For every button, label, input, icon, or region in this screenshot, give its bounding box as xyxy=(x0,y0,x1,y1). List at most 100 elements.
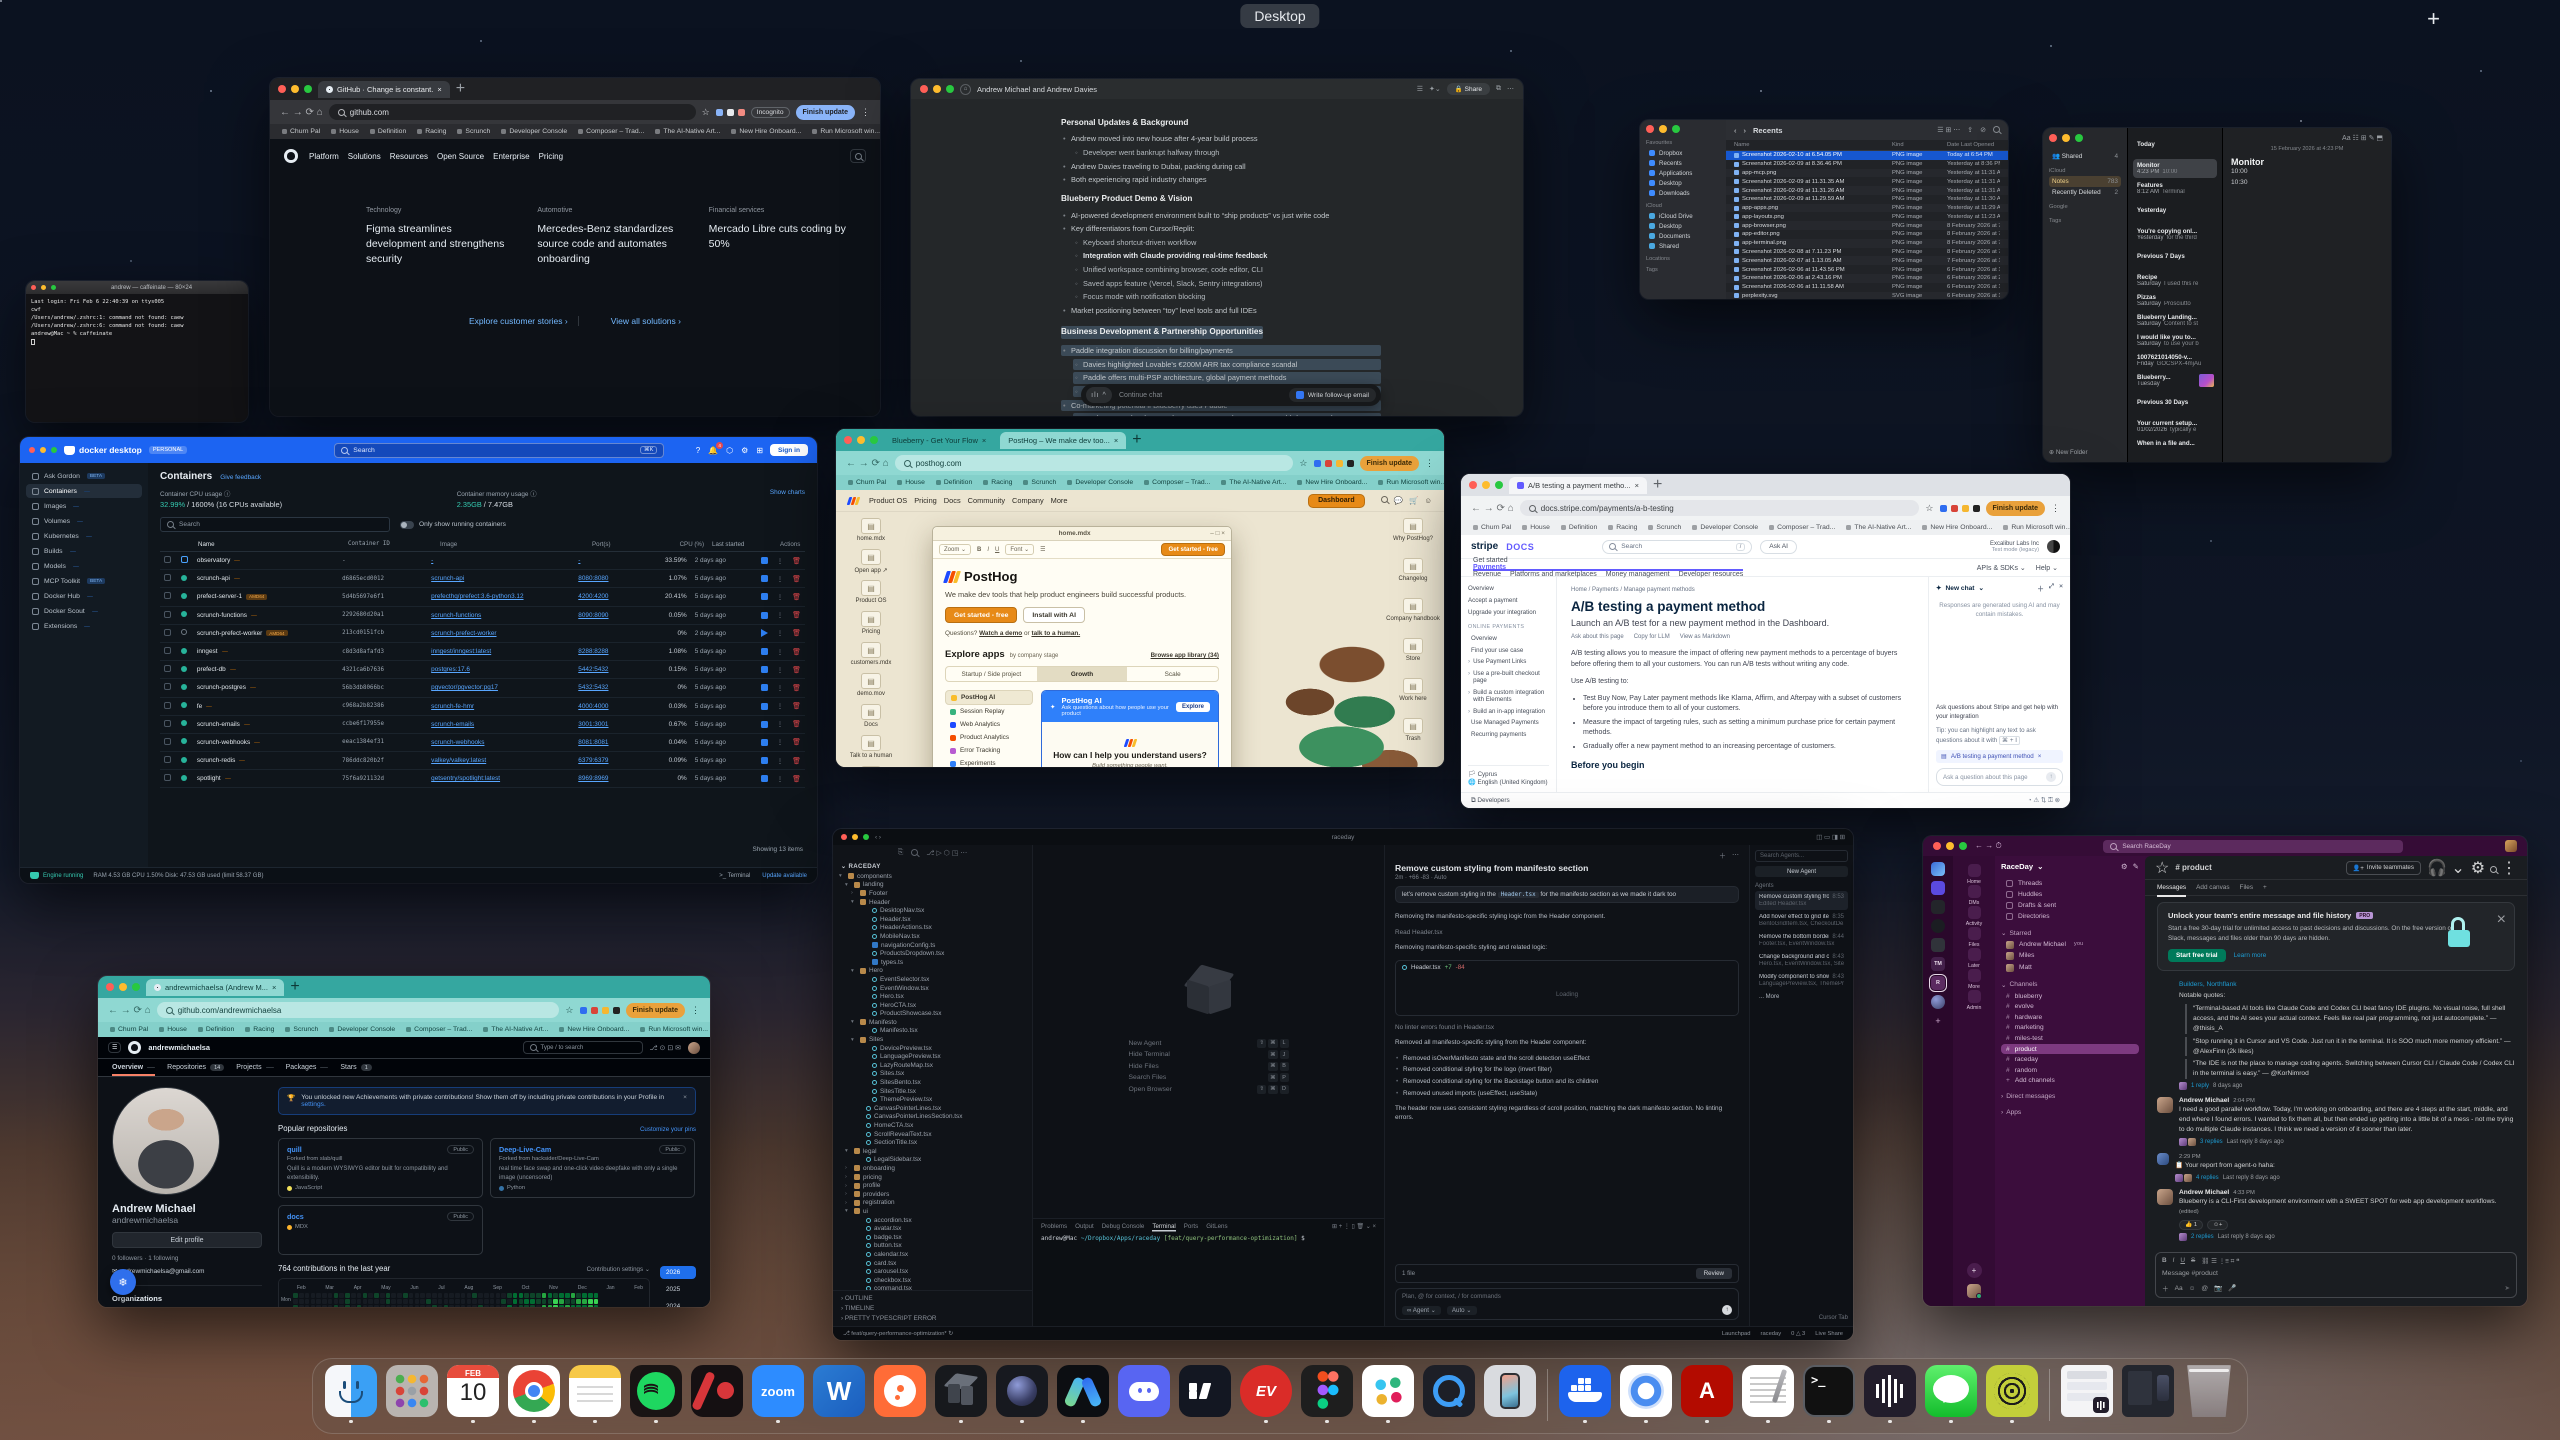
file-row[interactable]: Screenshot 2026-02-09 at 11.31.26 AM PNG… xyxy=(1726,186,2008,195)
posthog-nav-item[interactable]: Docs xyxy=(944,496,961,505)
bookmark-star-icon[interactable]: ☆ xyxy=(565,1005,573,1016)
avatar[interactable] xyxy=(688,1042,700,1054)
workspace-icon[interactable]: TM xyxy=(1931,957,1945,971)
docs-sidebar-item[interactable]: Recurring payments xyxy=(1468,729,1549,741)
dock-app-icon[interactable] xyxy=(386,1365,438,1417)
terminal-prompt[interactable]: andrew@Mac ~/Dropbox/Apps/raceday [feat/… xyxy=(1041,1235,1376,1242)
port-link[interactable]: 8080:8080 xyxy=(578,575,650,582)
new-tab-button[interactable]: + xyxy=(1653,476,1662,494)
followers[interactable]: 0 followers · 1 following xyxy=(112,1255,262,1262)
file-tree-item[interactable]: SectionTitle.tsx xyxy=(833,1138,1032,1147)
dock-app-icon[interactable] xyxy=(1301,1365,1353,1417)
app-list-item[interactable]: Experiments xyxy=(945,757,1033,767)
file-tree-item[interactable]: ProductsDropdown.tsx xyxy=(833,949,1032,958)
row-checkbox[interactable] xyxy=(164,738,171,745)
sidebar-panel[interactable]: › PRETTY TYPESCRIPT ERROR xyxy=(841,1314,1024,1324)
git-branch[interactable]: ⎇ feat/query-performance-optimization* ↻ xyxy=(843,1331,953,1337)
desktop-icon[interactable]: ▤demo.mov xyxy=(842,673,900,697)
row-menu[interactable]: ⋮ xyxy=(777,575,783,583)
row-menu[interactable]: ⋮ xyxy=(777,593,783,601)
dock-item[interactable] xyxy=(1362,1365,1414,1423)
browser-tab[interactable]: GitHub · Change is constant.× xyxy=(318,81,450,98)
browser-nav-buttons[interactable]: ← → ⟳ ⌂ xyxy=(846,458,889,469)
list-icon[interactable]: ☰ xyxy=(1417,85,1423,93)
app-list-item[interactable]: Error Tracking xyxy=(945,744,1033,757)
mention-icon[interactable]: @ xyxy=(2201,1285,2208,1292)
row-menu[interactable]: ⋮ xyxy=(777,738,783,746)
start-trial-button[interactable]: Start free trial xyxy=(2168,949,2226,962)
row-checkbox[interactable] xyxy=(164,774,171,781)
stage-tab[interactable]: Scale xyxy=(1127,667,1218,681)
dock-item[interactable] xyxy=(2061,1365,2113,1423)
port-link[interactable]: 8969:8969 xyxy=(578,775,650,782)
extension-icons[interactable] xyxy=(580,1007,620,1014)
share-icon[interactable]: ⇪ xyxy=(1967,126,1973,134)
docker-sidebar-item[interactable]: MCP ToolkitBETA xyxy=(26,574,142,588)
file-tree-item[interactable]: EventWindow.tsx xyxy=(833,984,1032,993)
grid-icon[interactable]: ⊞ xyxy=(756,446,763,455)
desktop-icon[interactable]: ▤Why PostHog? xyxy=(1384,518,1442,542)
container-row[interactable]: observatory - - - 33.59% 2 days ago ⋮🗑 xyxy=(160,552,805,570)
stop-start-button[interactable] xyxy=(761,648,768,655)
sidebar-panel[interactable]: › OUTLINE xyxy=(841,1293,1024,1303)
bold-button[interactable]: B xyxy=(977,547,981,553)
country-select[interactable]: 🏳 Cyprus xyxy=(1468,770,1549,778)
terminal-tab[interactable]: Ports xyxy=(1184,1223,1198,1230)
workspace-switcher[interactable]: TM R + xyxy=(1923,856,1953,1306)
posthog-logo[interactable] xyxy=(848,497,859,505)
stage-tab[interactable]: Startup / Side project xyxy=(946,667,1037,681)
container-search[interactable]: Search xyxy=(160,517,390,532)
file-tree-item[interactable]: checkbox.tsx xyxy=(833,1276,1032,1285)
bookmark-item[interactable]: Run Microsoft win... xyxy=(640,1026,708,1033)
terminal-tab[interactable]: Terminal xyxy=(1152,1223,1175,1230)
file-tree-item[interactable]: LazyRouteMap.tsx xyxy=(833,1061,1032,1070)
extension-icons[interactable] xyxy=(1940,505,1980,512)
status-bar-item[interactable]: Launchpad xyxy=(1722,1331,1751,1337)
file-tree-item[interactable]: ›Footer xyxy=(833,889,1032,898)
bookmark-item[interactable]: Run Microsoft win... xyxy=(1378,479,1444,486)
image-link[interactable]: valkey/valkey:latest xyxy=(431,757,578,764)
menu-icon[interactable]: ⋮ xyxy=(2051,503,2060,514)
agent-history-item[interactable]: Add hover effect to grid items8:35 Bento… xyxy=(1755,911,1848,930)
profile-avatar[interactable] xyxy=(112,1087,220,1195)
star-icon[interactable]: ☆ xyxy=(2155,858,2169,878)
channel-item[interactable]: #evolve xyxy=(2001,1001,2139,1012)
learn-more-link[interactable]: Learn more xyxy=(2234,952,2267,959)
agent-mode-select[interactable]: ∞ Agent ⌄ xyxy=(1402,1306,1441,1315)
bookmark-item[interactable]: Scrunch xyxy=(1023,479,1056,486)
italic-button[interactable]: I xyxy=(987,547,989,553)
talk-human-link[interactable]: talk to a human. xyxy=(1031,630,1080,637)
settings-icon[interactable]: ⚙ xyxy=(741,446,748,455)
status-bar-item[interactable]: 0 △ 3 xyxy=(1791,1331,1805,1337)
explore-stories-link[interactable]: Explore customer stories › xyxy=(459,316,579,326)
desktop-icon[interactable]: ▤Product OS xyxy=(842,580,900,604)
stop-start-button[interactable] xyxy=(761,703,768,710)
sidebar-nav-item[interactable]: Directories xyxy=(2001,911,2139,922)
dashboard-button[interactable]: Dashboard xyxy=(1308,494,1365,508)
workspace-icon[interactable] xyxy=(1931,862,1945,876)
contribution-heatmap[interactable] xyxy=(293,1293,598,1307)
row-checkbox[interactable] xyxy=(164,756,171,763)
bookmark-item[interactable]: Developer Console xyxy=(1067,479,1133,486)
docker-sidebar-item[interactable]: Builds xyxy=(26,544,142,558)
finish-update-button[interactable]: Finish update xyxy=(1360,456,1420,471)
dock-app-icon[interactable] xyxy=(935,1365,987,1417)
file-row[interactable]: Screenshot 2026-02-10 at 6.54.05 PM PNG … xyxy=(1726,151,2008,160)
close-banner-icon[interactable]: × xyxy=(683,1094,687,1108)
new-chat-icon[interactable]: ＋ xyxy=(1719,851,1726,861)
image-link[interactable]: scrunch-functions xyxy=(431,612,578,619)
nav-rail-item[interactable]: More xyxy=(1966,969,1982,990)
desktop-icon[interactable]: ▤Docs xyxy=(842,704,900,728)
channel-item[interactable]: #hardware xyxy=(2001,1012,2139,1023)
more-icon[interactable]: ⋯ xyxy=(1507,85,1514,93)
file-tree-item[interactable]: carousel.tsx xyxy=(833,1267,1032,1276)
note-list-item[interactable]: Today xyxy=(2133,138,2217,157)
dock-item[interactable] xyxy=(1559,1365,1611,1423)
dock-item[interactable] xyxy=(569,1365,621,1423)
image-link[interactable]: scrunch-fe-hmr xyxy=(431,703,578,710)
bookmark-item[interactable]: Scrunch xyxy=(285,1026,318,1033)
customer-story[interactable]: Financial services Mercado Libre cuts co… xyxy=(709,207,854,268)
window-controls[interactable] xyxy=(1469,481,1503,489)
delete-button[interactable]: 🗑 xyxy=(792,611,801,619)
dock-app-icon[interactable] xyxy=(1620,1365,1672,1417)
